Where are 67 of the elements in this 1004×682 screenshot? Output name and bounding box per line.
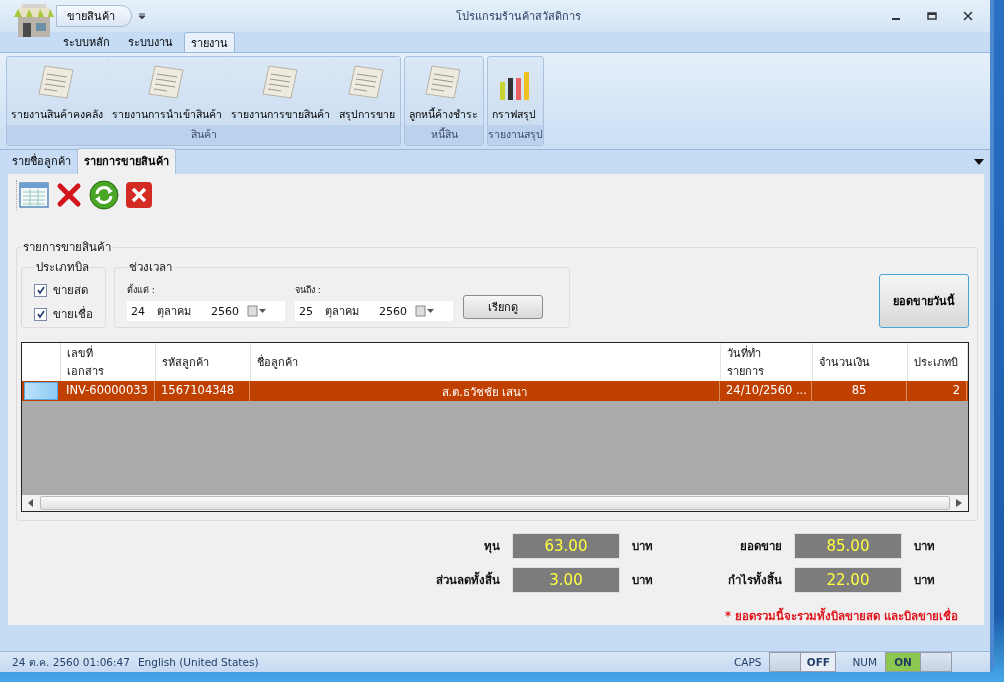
checkbox-box[interactable] [34, 307, 47, 321]
view-button[interactable]: เรียกดู [463, 295, 543, 319]
summary-label: ส่วนลดทั้งสิ้น [435, 571, 500, 589]
ribbon-button[interactable]: กราฟสรุป [488, 57, 541, 125]
ribbon-button[interactable]: รายงานการขายสินค้า [227, 57, 335, 125]
ribbon-button[interactable]: รายงานสินค้าคงคลัง [7, 57, 108, 125]
toggle-switch[interactable]: OFF [769, 652, 837, 672]
ribbon-tab[interactable]: ระบบงาน [121, 32, 180, 52]
checkbox[interactable]: ขายเชื่อ [34, 302, 93, 326]
app-menu-button[interactable]: ขายสินค้า [56, 5, 132, 27]
close-icon[interactable] [962, 10, 974, 22]
ribbon-tab[interactable]: รายงาน [184, 32, 235, 52]
close-icon[interactable] [125, 181, 153, 209]
table-cell: INV-60000033 [60, 381, 155, 401]
group-title: ช่วงเวลา [128, 259, 173, 276]
summary-value: 85.00 [794, 533, 902, 559]
document-tab[interactable]: รายการขายสินค้า [77, 148, 176, 174]
date-picker[interactable]: 25 ตุลาคม 2560 [295, 301, 453, 321]
table-cell: ส.ต.ธวัชชัย เสนา [250, 381, 720, 401]
summary-label: ทุน [483, 538, 500, 555]
toggle-label: CAPS [733, 656, 762, 668]
summary-value: 22.00 [794, 567, 902, 593]
group-label: หนี้สิน [405, 125, 483, 145]
table-cell: 1567104348 [155, 381, 250, 401]
horizontal-scrollbar[interactable] [22, 495, 968, 511]
unit-label: บาท [632, 572, 654, 589]
date-label: จนถึง : [295, 284, 322, 297]
ribbon-button[interactable]: ลูกหนี้ค้างชำระ [405, 57, 483, 125]
date-picker[interactable]: 24 ตุลาคม 2560 [127, 301, 285, 321]
ribbon-tab[interactable]: ระบบหลัก [56, 32, 117, 52]
summary-label: กำไรทั้งสิ้น [727, 571, 782, 589]
unit-label: บาท [632, 538, 654, 555]
checkbox[interactable]: ขายสด [34, 278, 93, 302]
delete-icon[interactable] [55, 181, 83, 209]
today-sales-button[interactable]: ยอดขายวันนี้ [879, 274, 969, 328]
window-title: โปรแกรมร้านค้าสวัสดิการ [454, 9, 582, 25]
group-label: สินค้า [7, 125, 400, 145]
scroll-right-icon[interactable] [956, 499, 962, 507]
summary-value: 63.00 [512, 533, 620, 559]
calendar-icon[interactable] [415, 305, 435, 317]
note-text: * ยอดรวมนี้จะรวมทั้งบิลขายสด และบิลขายเชื่อ [724, 607, 958, 625]
status-datetime: 24 ต.ค. 2560 01:06:47 [12, 654, 130, 670]
group-title: รายการขายสินค้า [22, 239, 112, 256]
refresh-icon[interactable] [89, 180, 119, 210]
group-title: ประเภทบิล [35, 259, 90, 276]
checkbox-box[interactable] [34, 283, 47, 297]
table-cell: 2 [907, 381, 967, 401]
table-row[interactable]: INV-60000033 1567104348 ส.ต.ธวัชชัย เสนา 24/10/2560 ... 85 2 [22, 381, 968, 401]
summary-label: ยอดขาย [739, 538, 782, 555]
ribbon-button[interactable]: สรุปการขาย [335, 57, 400, 125]
group-label: รายงานสรุป [488, 125, 543, 145]
unit-label: บาท [914, 538, 936, 555]
scroll-left-icon[interactable] [28, 499, 34, 507]
toggle-label: NUM [852, 656, 877, 668]
summary-value: 3.00 [512, 567, 620, 593]
dropdown-icon[interactable] [138, 12, 146, 20]
maximize-icon[interactable] [926, 10, 938, 22]
table-icon[interactable] [19, 181, 49, 209]
status-language: English (United States) [137, 656, 259, 668]
document-tab[interactable]: รายชื่อลูกค้า [6, 149, 77, 174]
unit-label: บาท [914, 572, 936, 589]
table-cell: 85 [812, 381, 907, 401]
table-cell: 24/10/2560 ... [720, 381, 812, 401]
dropdown-icon[interactable] [974, 159, 984, 165]
toggle-switch[interactable]: ON [885, 652, 952, 672]
calendar-icon[interactable] [247, 305, 267, 317]
date-label: ตั้งแต่ : [127, 283, 156, 297]
